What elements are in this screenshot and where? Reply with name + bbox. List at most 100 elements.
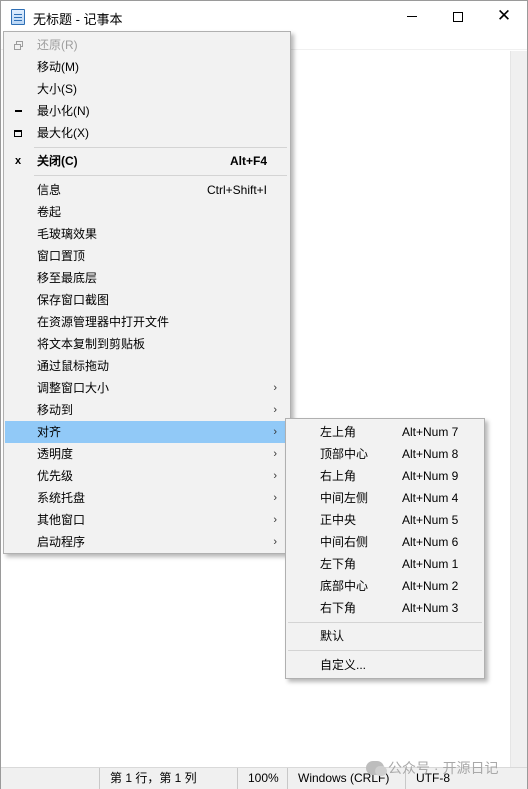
- menu-item-accelerator: Alt+F4: [229, 154, 267, 168]
- menu-item-accelerator: Alt+Num 4: [402, 491, 459, 505]
- menu-item-accelerator: Alt+Num 6: [402, 535, 459, 549]
- menu-item-always-on-top[interactable]: 窗口置顶: [5, 245, 289, 267]
- submenu-item-middle-left[interactable]: 中间左侧 Alt+Num 4: [287, 487, 483, 509]
- menu-item-label: 自定义...: [320, 658, 367, 672]
- submenu-item-top-right[interactable]: 右上角 Alt+Num 9: [287, 465, 483, 487]
- minimize-icon: [14, 110, 22, 113]
- menu-item-other-windows[interactable]: 其他窗口 ›: [5, 509, 289, 531]
- menu-item-minimize[interactable]: 最小化(N): [5, 100, 289, 122]
- menu-item-mouse-drag[interactable]: 通过鼠标拖动: [5, 355, 289, 377]
- menu-item-label: 正中央: [320, 513, 357, 527]
- menu-item-priority[interactable]: 优先级 ›: [5, 465, 289, 487]
- menu-separator: [34, 175, 287, 176]
- menu-item-frosted-glass[interactable]: 毛玻璃效果: [5, 223, 289, 245]
- chevron-right-icon: ›: [273, 404, 277, 416]
- menu-item-resize-window[interactable]: 调整窗口大小 ›: [5, 377, 289, 399]
- menu-item-restore[interactable]: 还原(R): [5, 34, 289, 56]
- menu-item-save-screenshot[interactable]: 保存窗口截图: [5, 289, 289, 311]
- menu-item-rollup[interactable]: 卷起: [5, 201, 289, 223]
- menu-item-move[interactable]: 移动(M): [5, 56, 289, 78]
- menu-item-accelerator: Alt+Num 8: [402, 447, 459, 461]
- menu-item-send-to-bottom[interactable]: 移至最底层: [5, 267, 289, 289]
- menu-item-move-to[interactable]: 移动到 ›: [5, 399, 289, 421]
- menu-item-size[interactable]: 大小(S): [5, 78, 289, 100]
- menu-item-copy-text[interactable]: 将文本复制到剪贴板: [5, 333, 289, 355]
- submenu-item-bottom-right[interactable]: 右下角 Alt+Num 3: [287, 597, 483, 619]
- submenu-item-custom[interactable]: 自定义...: [287, 654, 483, 676]
- menu-item-label: 中间右侧: [320, 535, 369, 549]
- chevron-right-icon: ›: [273, 382, 277, 394]
- notepad-app-icon[interactable]: [11, 9, 25, 25]
- menu-item-align[interactable]: 对齐 ›: [5, 421, 289, 443]
- menu-item-label: 大小(S): [37, 82, 77, 96]
- menu-item-close[interactable]: x 关闭(C) Alt+F4: [5, 150, 289, 172]
- menu-item-label: 在资源管理器中打开文件: [37, 315, 170, 329]
- menu-item-label: 对齐: [37, 425, 62, 439]
- chevron-right-icon: ›: [273, 492, 277, 504]
- menu-item-label: 还原(R): [37, 38, 78, 52]
- menu-item-label: 最大化(X): [37, 126, 89, 140]
- menu-item-label: 保存窗口截图: [37, 293, 110, 307]
- menu-item-label: 左下角: [320, 557, 357, 571]
- maximize-icon: [453, 11, 463, 22]
- menu-item-label: 最小化(N): [37, 104, 90, 118]
- menu-item-label: 移动(M): [37, 60, 79, 74]
- menu-item-label: 调整窗口大小: [37, 381, 110, 395]
- menu-item-label: 右下角: [320, 601, 357, 615]
- menu-item-transparency[interactable]: 透明度 ›: [5, 443, 289, 465]
- wechat-icon: [366, 761, 387, 776]
- submenu-item-default[interactable]: 默认: [287, 625, 483, 647]
- submenu-item-bottom-left[interactable]: 左下角 Alt+Num 1: [287, 553, 483, 575]
- menu-separator: [288, 650, 482, 651]
- menu-item-label: 信息: [37, 183, 62, 197]
- menu-item-label: 卷起: [37, 205, 62, 219]
- menu-item-label: 透明度: [37, 447, 74, 461]
- menu-item-accelerator: Alt+Num 5: [402, 513, 459, 527]
- menu-item-label: 启动程序: [37, 535, 86, 549]
- menu-item-label: 其他窗口: [37, 513, 86, 527]
- menu-separator: [34, 147, 287, 148]
- menu-item-label: 窗口置顶: [37, 249, 86, 263]
- close-icon: x: [14, 155, 22, 167]
- minimize-button[interactable]: [389, 1, 435, 32]
- menu-item-label: 系统托盘: [37, 491, 86, 505]
- vertical-scrollbar[interactable]: [510, 51, 527, 767]
- chevron-right-icon: ›: [273, 426, 277, 438]
- cursor-position: 第 1 行，第 1 列: [99, 768, 237, 789]
- menu-item-accelerator: Alt+Num 3: [402, 601, 459, 615]
- menu-item-label: 移至最底层: [37, 271, 98, 285]
- menu-item-label: 默认: [320, 629, 345, 643]
- menu-item-label: 顶部中心: [320, 447, 369, 461]
- maximize-icon: [14, 129, 22, 137]
- submenu-item-middle-right[interactable]: 中间右侧 Alt+Num 6: [287, 531, 483, 553]
- menu-item-label: 毛玻璃效果: [37, 227, 98, 241]
- menu-item-accelerator: Alt+Num 1: [402, 557, 459, 571]
- submenu-item-top-center[interactable]: 顶部中心 Alt+Num 8: [287, 443, 483, 465]
- menu-item-label: 右上角: [320, 469, 357, 483]
- zoom-level: 100%: [237, 768, 287, 789]
- menu-item-launch-program[interactable]: 启动程序 ›: [5, 531, 289, 553]
- menu-item-label: 底部中心: [320, 579, 369, 593]
- menu-item-label: 通过鼠标拖动: [37, 359, 110, 373]
- chevron-right-icon: ›: [273, 514, 277, 526]
- menu-item-label: 移动到: [37, 403, 74, 417]
- submenu-item-bottom-center[interactable]: 底部中心 Alt+Num 2: [287, 575, 483, 597]
- menu-item-label: 优先级: [37, 469, 74, 483]
- align-submenu: 左上角 Alt+Num 7 顶部中心 Alt+Num 8 右上角 Alt+Num…: [285, 418, 485, 679]
- close-icon: ✕: [496, 6, 512, 26]
- submenu-item-top-left[interactable]: 左上角 Alt+Num 7: [287, 421, 483, 443]
- restore-icon: [14, 41, 23, 51]
- menu-item-system-tray[interactable]: 系统托盘 ›: [5, 487, 289, 509]
- title-bar[interactable]: 无标题 - 记事本 ✕: [1, 1, 527, 32]
- close-button[interactable]: ✕: [481, 1, 527, 32]
- menu-item-info[interactable]: 信息 Ctrl+Shift+I: [5, 179, 289, 201]
- menu-item-open-in-explorer[interactable]: 在资源管理器中打开文件: [5, 311, 289, 333]
- maximize-button[interactable]: [435, 1, 481, 32]
- chevron-right-icon: ›: [273, 470, 277, 482]
- minimize-icon: [407, 16, 417, 17]
- submenu-item-center[interactable]: 正中央 Alt+Num 5: [287, 509, 483, 531]
- chevron-right-icon: ›: [273, 448, 277, 460]
- menu-item-maximize[interactable]: 最大化(X): [5, 122, 289, 144]
- watermark-text: 公众号 · 开源日记: [388, 760, 499, 776]
- menu-item-accelerator: Ctrl+Shift+I: [206, 183, 267, 197]
